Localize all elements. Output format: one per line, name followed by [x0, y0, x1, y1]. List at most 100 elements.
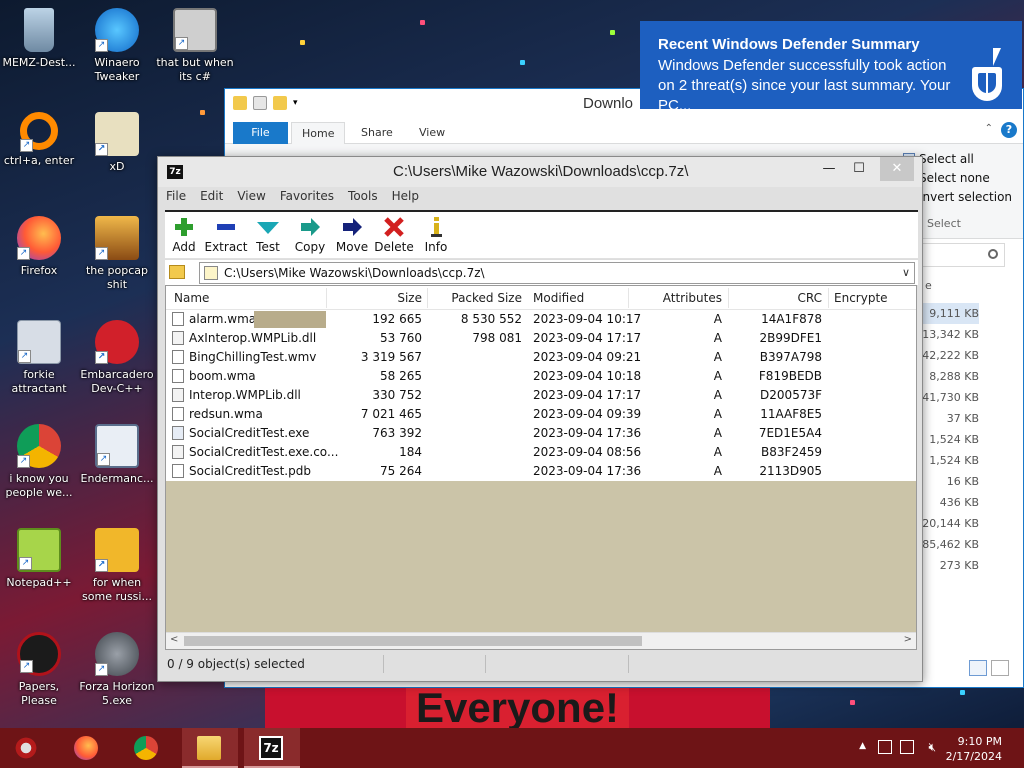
properties-icon[interactable]: [253, 96, 267, 110]
file-size: 58 265: [380, 369, 422, 383]
menu-favorites[interactable]: Favorites: [280, 189, 334, 207]
desktop-icon-russian[interactable]: ↗ for when some russi...: [78, 528, 156, 604]
desktop-icon-memz[interactable]: MEMZ-Dest...: [0, 8, 78, 70]
qat-dropdown-icon[interactable]: ▾: [293, 98, 298, 108]
folder-icon[interactable]: [233, 96, 247, 110]
firefox-icon: ↗: [17, 216, 61, 260]
menu-file[interactable]: File: [166, 189, 186, 207]
file-size: 75 264: [380, 464, 422, 478]
network-icon[interactable]: [900, 740, 914, 754]
scroll-right-icon[interactable]: >: [904, 634, 912, 645]
column-encrypted[interactable]: Encrypte: [834, 286, 888, 310]
details-view-icon[interactable]: [969, 660, 987, 676]
quick-access-toolbar[interactable]: ▾: [233, 96, 298, 110]
delete-button[interactable]: Delete: [371, 216, 417, 254]
action-center-flag-icon[interactable]: [878, 740, 892, 754]
horizontal-scrollbar[interactable]: < >: [166, 632, 916, 649]
help-icon[interactable]: ?: [1001, 122, 1017, 138]
info-button[interactable]: Info: [413, 216, 459, 254]
file-packed-size: [428, 424, 522, 443]
column-divider[interactable]: [828, 288, 829, 308]
column-divider[interactable]: [728, 288, 729, 308]
menu-help[interactable]: Help: [392, 189, 419, 207]
desktop-icon-chrome[interactable]: ↗ i know you people we...: [0, 424, 78, 500]
chevron-down-icon[interactable]: ∨: [902, 266, 910, 279]
sevenzip-window[interactable]: 7z C:\Users\Mike Wazowski\Downloads\ccp.…: [157, 156, 923, 682]
minimize-button[interactable]: —: [812, 157, 846, 181]
desktop-icon-devcpp[interactable]: ↗ Embarcadero Dev-C++: [78, 320, 156, 396]
column-divider[interactable]: [326, 288, 327, 308]
show-hidden-icons-icon[interactable]: ▲: [859, 741, 866, 751]
table-row[interactable]: redsun.wma 7 021 465 2023-09-04 09:39 A …: [166, 405, 916, 424]
winaero-icon: ↗: [95, 8, 139, 52]
file-list[interactable]: Name Size Packed Size Modified Attribute…: [165, 285, 917, 650]
column-name[interactable]: Name: [174, 286, 209, 310]
column-divider[interactable]: [628, 288, 629, 308]
taskbar-file-explorer[interactable]: [182, 728, 238, 768]
desktop-icon-winaero[interactable]: ↗ Winaero Tweaker: [78, 8, 156, 84]
extract-button[interactable]: Extract: [203, 216, 249, 254]
column-crc[interactable]: CRC: [736, 286, 823, 310]
file-crc: B83F2459: [761, 445, 822, 459]
tab-home[interactable]: Home: [291, 122, 346, 144]
column-header-partial[interactable]: e: [925, 279, 932, 292]
tab-share[interactable]: Share: [351, 122, 403, 144]
table-row[interactable]: SocialCreditTest.exe.co... 184 2023-09-0…: [166, 443, 916, 462]
tab-view[interactable]: View: [409, 122, 455, 144]
column-packed-size[interactable]: Packed Size: [428, 286, 522, 310]
column-modified[interactable]: Modified: [533, 286, 584, 310]
column-size[interactable]: Size: [336, 286, 422, 310]
file-attributes: A: [713, 426, 722, 440]
table-row[interactable]: BingChillingTest.wmv 3 319 567 2023-09-0…: [166, 348, 916, 367]
test-button[interactable]: Test: [245, 216, 291, 254]
column-attributes[interactable]: Attributes: [636, 286, 722, 310]
menu-edit[interactable]: Edit: [200, 189, 223, 207]
move-button[interactable]: Move: [329, 216, 375, 254]
defender-notification[interactable]: Recent Windows Defender Summary Windows …: [640, 21, 1022, 114]
volume-muted-icon[interactable]: 🔇︎: [928, 740, 936, 755]
desktop-icon-papers-please[interactable]: ↗ Papers, Please: [0, 632, 78, 708]
address-input[interactable]: C:\Users\Mike Wazowski\Downloads\ccp.7z\…: [199, 262, 915, 284]
desktop-icon-forza[interactable]: ↗ Forza Horizon 5.exe: [78, 632, 156, 708]
tab-file[interactable]: File: [233, 122, 288, 144]
table-row[interactable]: SocialCreditTest.pdb 75 264 2023-09-04 1…: [166, 462, 916, 481]
close-button[interactable]: ✕: [880, 157, 914, 181]
file-packed-size: [428, 462, 522, 481]
file-attributes: A: [713, 369, 722, 383]
desktop-icon-forkie[interactable]: ↗ forkie attractant: [0, 320, 78, 396]
table-row[interactable]: boom.wma 58 265 2023-09-04 10:18 A F819B…: [166, 367, 916, 386]
taskbar-firefox[interactable]: [60, 728, 112, 768]
sevenzip-titlebar[interactable]: 7z C:\Users\Mike Wazowski\Downloads\ccp.…: [158, 157, 922, 187]
scroll-left-icon[interactable]: <: [170, 634, 178, 645]
up-folder-icon[interactable]: [169, 265, 185, 279]
table-row[interactable]: alarm.wma 192 665 8 530 552 2023-09-04 1…: [166, 310, 916, 329]
desktop-icon-ctrl-a[interactable]: ↗ ctrl+a, enter: [0, 112, 78, 168]
table-row[interactable]: Interop.WMPLib.dll 330 752 2023-09-04 17…: [166, 386, 916, 405]
ribbon-collapse-icon[interactable]: ⌃: [985, 123, 993, 134]
desktop-icon-endermanch[interactable]: ↗ Endermanc...: [78, 424, 156, 486]
add-plus-icon: [161, 216, 207, 238]
start-button-icon: [14, 736, 38, 760]
new-folder-icon[interactable]: [273, 96, 287, 110]
desktop-icon-popcap[interactable]: ↗ the popcap shit: [78, 216, 156, 292]
file-name: AxInterop.WMPLib.dll: [189, 331, 317, 345]
desktop-icon-firefox[interactable]: ↗ Firefox: [0, 216, 78, 278]
desktop-icon-xd[interactable]: ↗ xD: [78, 112, 156, 174]
taskbar-7zip[interactable]: 7z: [244, 728, 300, 768]
file-rows: alarm.wma 192 665 8 530 552 2023-09-04 1…: [166, 310, 916, 481]
add-button[interactable]: Add: [161, 216, 207, 254]
scrollbar-thumb[interactable]: [184, 636, 642, 646]
taskbar-chrome[interactable]: [120, 728, 172, 768]
search-input[interactable]: [915, 243, 1005, 267]
large-icons-view-icon[interactable]: [991, 660, 1009, 676]
menu-tools[interactable]: Tools: [348, 189, 378, 207]
table-row[interactable]: SocialCreditTest.exe 763 392 2023-09-04 …: [166, 424, 916, 443]
maximize-button[interactable]: ☐: [842, 157, 876, 181]
menu-view[interactable]: View: [237, 189, 265, 207]
start-button[interactable]: [0, 728, 52, 768]
table-row[interactable]: AxInterop.WMPLib.dll 53 760 798 081 2023…: [166, 329, 916, 348]
desktop-icon-csharp[interactable]: ↗ that but when its c#: [156, 8, 234, 84]
copy-button[interactable]: Copy: [287, 216, 333, 254]
desktop-icon-notepadpp[interactable]: ↗ Notepad++: [0, 528, 78, 590]
clock[interactable]: 9:10 PM 2/17/2024: [942, 734, 1002, 764]
